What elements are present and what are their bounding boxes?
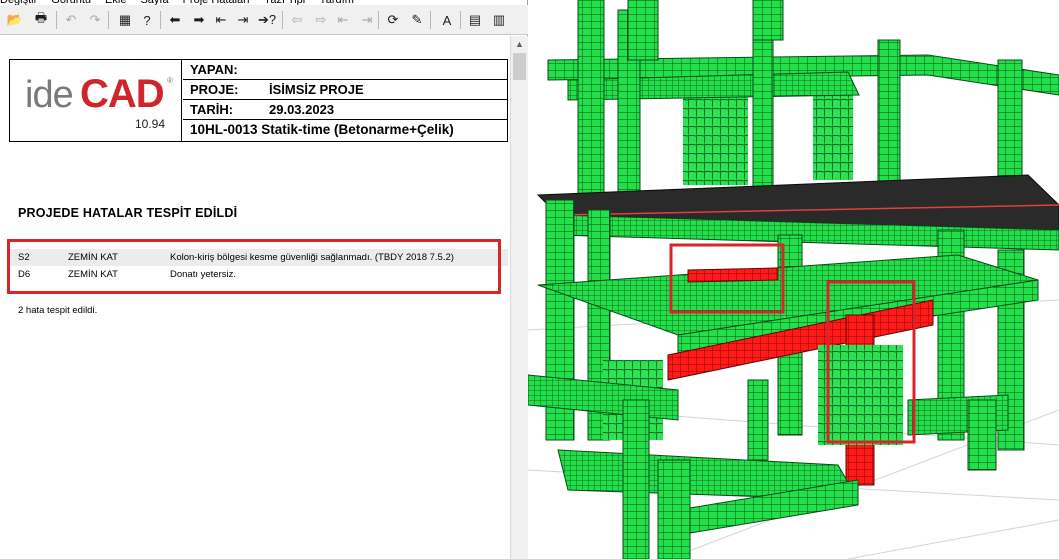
info-row-proje: PROJE: İSİMSİZ PROJE bbox=[183, 80, 507, 100]
report-header-table: ide CAD ® 10.94 YAPAN: PROJE: İSİMSİZ PR… bbox=[9, 59, 508, 142]
report-viewer-pane: DeğiştirGörüntüEkleSayfaProje HatalarıYa… bbox=[0, 0, 528, 559]
calculator-icon[interactable]: ▦ bbox=[116, 11, 134, 29]
logo-text-cad: CAD bbox=[80, 72, 165, 116]
toolbar-separator bbox=[108, 11, 109, 29]
toolbar-separator bbox=[160, 11, 161, 29]
app-window: DeğiştirGörüntüEkleSayfaProje HatalarıYa… bbox=[0, 0, 1059, 559]
tarih-value: 29.03.2023 bbox=[269, 102, 335, 117]
proje-label: PROJE: bbox=[190, 82, 239, 97]
tarih-label: TARİH: bbox=[190, 102, 234, 117]
column bbox=[657, 459, 691, 559]
refresh-icon[interactable]: ⟳ bbox=[384, 11, 402, 29]
arrow-left-icon[interactable]: ⬅ bbox=[166, 11, 184, 29]
shear-wall bbox=[818, 345, 903, 445]
page-icon[interactable]: ▤ bbox=[466, 11, 484, 29]
print-icon[interactable]: 🖶 bbox=[32, 10, 50, 29]
scroll-thumb[interactable] bbox=[513, 53, 526, 80]
open-icon[interactable]: 📂 bbox=[6, 11, 24, 29]
redo-icon[interactable]: ↷ bbox=[86, 11, 104, 29]
toolbar-separator bbox=[56, 11, 57, 29]
idecad-logo: ide CAD ® 10.94 bbox=[10, 60, 182, 141]
page-view-icon[interactable]: ▥ bbox=[490, 11, 508, 29]
last-icon[interactable]: ⇥ bbox=[234, 11, 252, 29]
column bbox=[747, 379, 769, 461]
toolbar-separator bbox=[378, 11, 379, 29]
undo-icon[interactable]: ↶ bbox=[62, 11, 80, 29]
column bbox=[967, 399, 997, 471]
prev-disabled-icon[interactable]: ⇦ bbox=[288, 11, 306, 29]
next-disabled-icon[interactable]: ⇨ bbox=[312, 11, 330, 29]
column bbox=[752, 19, 774, 201]
arrow-right-icon[interactable]: ➡ bbox=[190, 11, 208, 29]
first-icon[interactable]: ⇤ bbox=[212, 11, 230, 29]
first-disabled-icon[interactable]: ⇤ bbox=[334, 11, 352, 29]
scroll-up-icon[interactable]: ▲ bbox=[511, 36, 528, 52]
yapan-label: YAPAN: bbox=[190, 62, 238, 77]
toolbar-separator bbox=[430, 11, 431, 29]
column bbox=[627, 0, 659, 61]
error-highlight-box bbox=[7, 239, 501, 294]
font-icon[interactable]: A bbox=[438, 11, 456, 29]
info-row-yapan: YAPAN: bbox=[183, 60, 507, 80]
error-summary: 2 hata tespit edildi. bbox=[18, 305, 98, 316]
info-row-report-title: 10HL-0013 Statik-time (Betonarme+Çelik) bbox=[183, 120, 507, 141]
toolbar: 📂 🖶 ↶ ↷ ▦? ⬅ ➡ ⇤ ⇥ ➔? ⇦ ⇨ ⇤ ⇥ ⟳ ✎ A ▤ ▥ bbox=[0, 5, 528, 35]
toolbar-separator bbox=[460, 11, 461, 29]
help-icon[interactable]: ? bbox=[138, 11, 156, 29]
logo-version: 10.94 bbox=[135, 117, 166, 131]
vertical-scrollbar[interactable]: ▲ bbox=[510, 36, 528, 559]
shear-wall bbox=[683, 95, 748, 185]
3d-model-viewport[interactable] bbox=[528, 0, 1059, 559]
error-heading: PROJEDE HATALAR TESPİT EDİLDİ bbox=[18, 206, 238, 220]
column bbox=[752, 0, 784, 41]
goto-icon[interactable]: ➔? bbox=[258, 11, 276, 29]
column bbox=[877, 39, 901, 201]
report-title: 10HL-0013 Statik-time (Betonarme+Çelik) bbox=[190, 122, 454, 137]
logo-registered-mark: ® bbox=[167, 76, 173, 85]
logo-text-ide: ide bbox=[25, 74, 74, 116]
column bbox=[577, 0, 605, 201]
edit-icon[interactable]: ✎ bbox=[408, 11, 426, 29]
last-disabled-icon[interactable]: ⇥ bbox=[358, 11, 376, 29]
info-row-tarih: TARİH: 29.03.2023 bbox=[183, 100, 507, 120]
toolbar-separator bbox=[282, 11, 283, 29]
proje-value: İSİMSİZ PROJE bbox=[269, 82, 364, 97]
structure-model[interactable] bbox=[528, 0, 1059, 559]
failing-beam bbox=[687, 267, 779, 283]
column bbox=[622, 399, 650, 559]
